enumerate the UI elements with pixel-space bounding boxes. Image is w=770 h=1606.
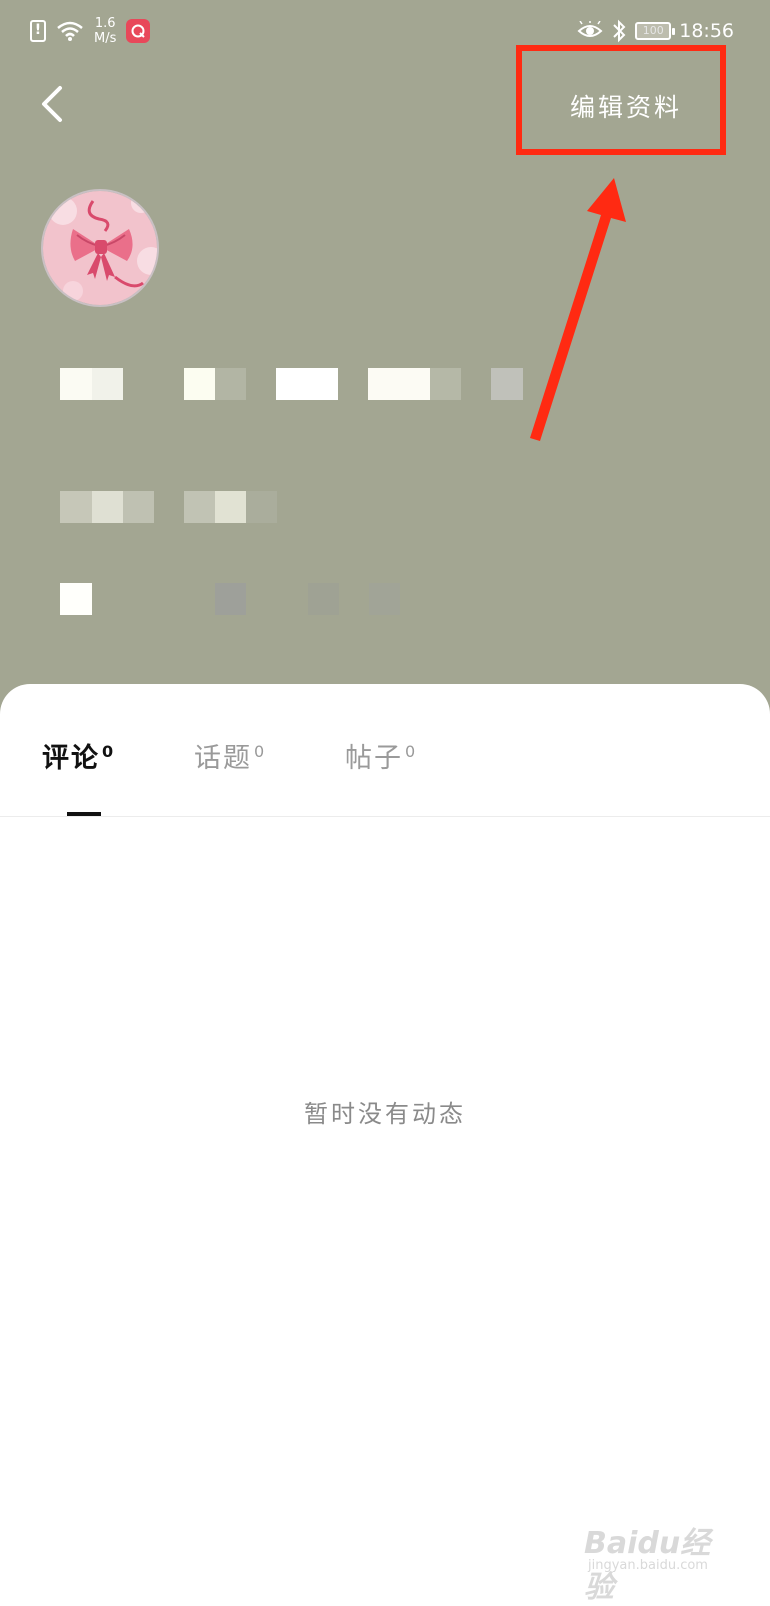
tab-posts[interactable]: 帖子 0 (345, 736, 415, 796)
status-bar-right: 100 18:56 (577, 14, 734, 48)
activity-tabs: 评论 0 话题 0 帖子 0 (0, 736, 770, 816)
network-speed-unit: M/s (94, 31, 117, 46)
avatar[interactable] (41, 189, 159, 307)
tab-topics[interactable]: 话题 0 (194, 736, 264, 796)
tab-posts-label: 帖子 (345, 743, 403, 774)
back-button[interactable] (36, 84, 76, 124)
tab-comments-label: 评论 (42, 743, 100, 774)
tab-topics-count: 0 (254, 742, 265, 761)
pixelated-bio (60, 583, 400, 615)
annotation-highlight-box (516, 45, 726, 155)
network-speed: 1.6 M/s (94, 16, 116, 46)
app-badge-icon (126, 19, 151, 43)
status-bar-left: ! 1.6 M/s (30, 14, 151, 48)
bow-avatar-image (43, 191, 157, 305)
chevron-left-icon (42, 86, 62, 122)
baidu-watermark: Baidu经验 jingyan.baidu.com (584, 1518, 734, 1605)
bluetooth-icon (613, 19, 626, 43)
eye-icon (577, 21, 603, 37)
tab-comments[interactable]: 评论 0 (42, 736, 113, 796)
network-speed-value: 1.6 (94, 16, 116, 31)
tab-comments-count: 0 (102, 742, 114, 761)
pixelated-user-id (60, 491, 277, 523)
tabs-divider (0, 816, 770, 817)
sim-alert-icon: ! (30, 20, 46, 42)
activity-card: 评论 0 话题 0 帖子 0 暂时没有动态 (0, 684, 770, 1600)
empty-state-message: 暂时没有动态 (304, 1100, 466, 1128)
tab-topics-label: 话题 (194, 743, 252, 774)
pixelated-username (60, 368, 523, 400)
wifi-icon (57, 21, 83, 41)
clock: 18:56 (679, 20, 734, 42)
tab-posts-count: 0 (405, 742, 416, 761)
battery-icon: 100 (635, 22, 676, 40)
watermark-sub: jingyan.baidu.com (588, 1558, 708, 1573)
